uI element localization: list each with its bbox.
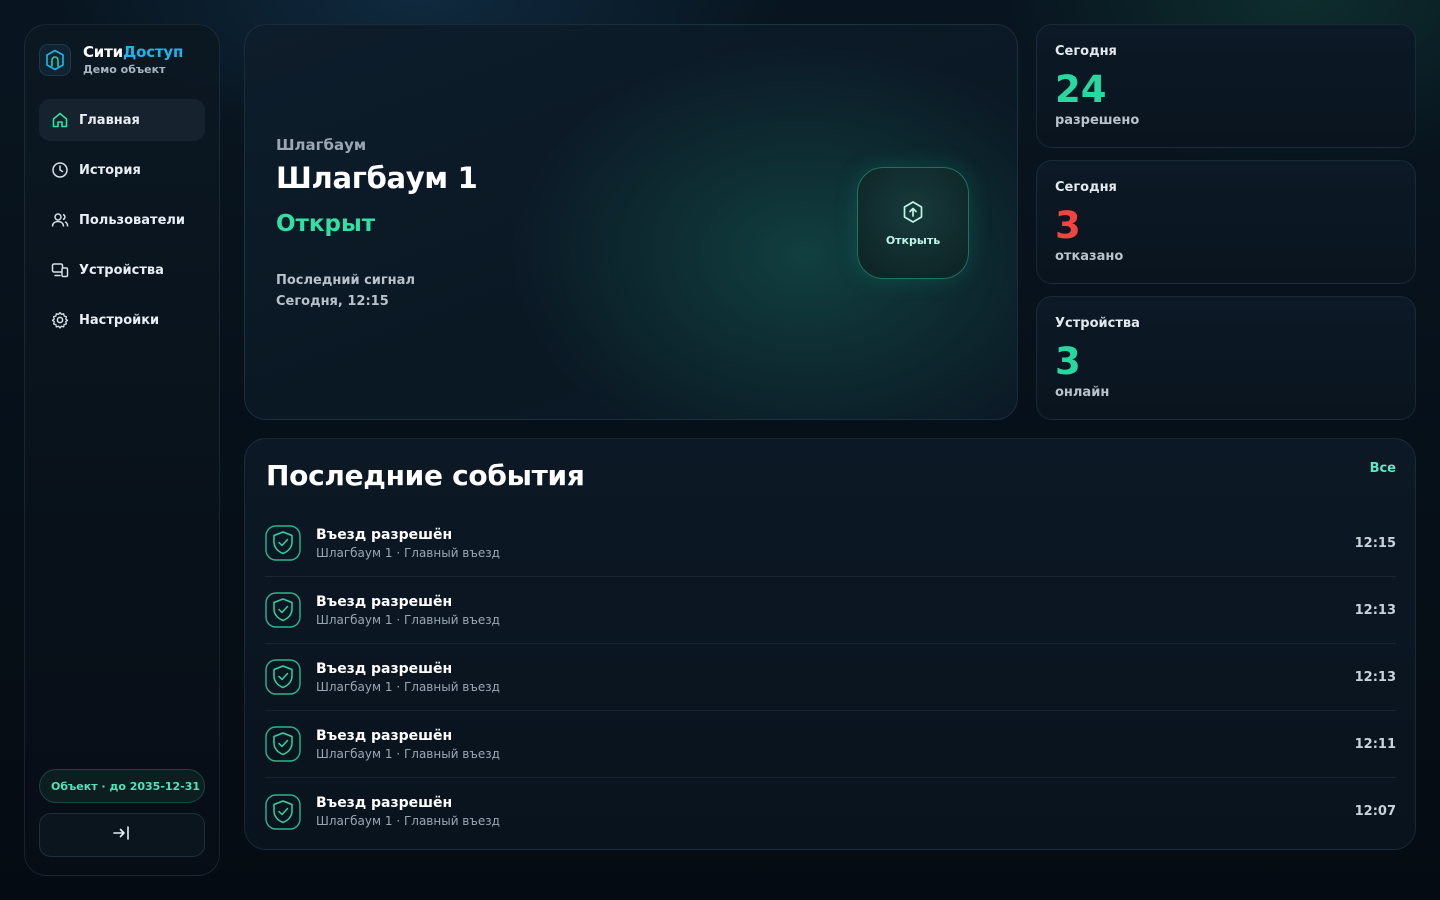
logout-button[interactable]	[39, 813, 205, 857]
brand-subtitle: Демо объект	[83, 63, 166, 76]
barrier-kicker: Шлагбаум	[276, 136, 367, 154]
shield-check-icon	[265, 659, 301, 695]
event-time: 12:07	[1354, 804, 1396, 819]
sidebar-item-devices[interactable]: Устройства	[39, 249, 205, 291]
stat-card-allowed: Сегодня 24 разрешено	[1036, 24, 1416, 148]
stat-label: Сегодня	[1055, 44, 1117, 59]
barrier-status: Открыт	[276, 211, 376, 237]
stat-value: 24	[1055, 68, 1107, 111]
sidebar-item-home[interactable]: Главная	[39, 99, 205, 141]
users-icon	[51, 211, 69, 229]
sidebar-item-label: Устройства	[79, 262, 164, 278]
sidebar-item-users[interactable]: Пользователи	[39, 199, 205, 241]
view-all-link[interactable]: Все	[1370, 461, 1396, 476]
sidebar-item-label: Главная	[79, 112, 140, 128]
last-signal-value: Сегодня, 12:15	[276, 294, 389, 309]
event-title: Въезд разрешён	[316, 593, 453, 610]
devices-icon	[51, 261, 69, 279]
event-row[interactable]: Въезд разрешён Шлагбаум 1 · Главный въез…	[265, 510, 1396, 577]
event-location: Шлагбаум 1 · Главный въезд	[316, 814, 500, 828]
event-time: 12:15	[1354, 535, 1396, 551]
stat-value: 3	[1055, 340, 1081, 383]
gear-icon	[51, 311, 69, 329]
open-arrow-icon	[902, 200, 924, 228]
sidebar-item-label: Настройки	[79, 312, 160, 328]
recent-events-card: Последние события Все Въезд разрешён Шла…	[244, 438, 1416, 850]
event-row[interactable]: Въезд разрешён Шлагбаум 1 · Главный въез…	[265, 711, 1396, 778]
open-button-label: Открыть	[885, 233, 941, 247]
stat-sub: разрешено	[1055, 113, 1140, 128]
event-location: Шлагбаум 1 · Главный въезд	[316, 545, 500, 560]
sidebar-item-settings[interactable]: Настройки	[39, 299, 205, 341]
shield-check-icon	[265, 726, 301, 762]
barrier-title: Шлагбаум 1	[276, 161, 478, 195]
event-title: Въезд разрешён	[316, 660, 453, 677]
stat-card-devices: Устройства 3 онлайн	[1036, 296, 1416, 420]
brand: СитиДоступ Демо объект	[39, 43, 183, 76]
barrier-card: Шлагбаум Шлагбаум 1 Открыт Последний сиг…	[244, 24, 1018, 420]
shield-check-icon	[265, 793, 301, 830]
events-title: Последние события	[266, 459, 585, 492]
stat-label: Устройства	[1055, 316, 1140, 331]
stat-sub: отказано	[1055, 249, 1124, 264]
home-icon	[51, 111, 69, 129]
brand-name: СитиДоступ	[83, 43, 184, 61]
event-row[interactable]: Въезд разрешён Шлагбаум 1 · Главный въез…	[265, 778, 1396, 845]
sidebar-item-label: История	[79, 162, 141, 178]
stat-card-denied: Сегодня 3 отказано	[1036, 160, 1416, 284]
stat-label: Сегодня	[1055, 180, 1117, 195]
event-row[interactable]: Въезд разрешён Шлагбаум 1 · Главный въез…	[265, 644, 1396, 711]
event-list: Въезд разрешён Шлагбаум 1 · Главный въез…	[265, 510, 1396, 845]
event-row[interactable]: Въезд разрешён Шлагбаум 1 · Главный въез…	[265, 577, 1396, 644]
event-location: Шлагбаум 1 · Главный въезд	[316, 746, 500, 761]
last-signal-label: Последний сигнал	[276, 273, 415, 288]
stat-sub: онлайн	[1055, 385, 1110, 400]
stat-value: 3	[1055, 204, 1081, 247]
event-location: Шлагбаум 1 · Главный въезд	[316, 612, 500, 627]
license-badge: Объект · до 2035-12-31	[39, 769, 205, 803]
sidebar-nav: Главная История Пользователи Устройства …	[39, 99, 205, 349]
event-location: Шлагбаум 1 · Главный въезд	[316, 679, 500, 694]
sidebar-item-history[interactable]: История	[39, 149, 205, 191]
shield-check-icon	[265, 525, 301, 561]
sidebar-item-label: Пользователи	[79, 212, 186, 228]
event-title: Въезд разрешён	[316, 727, 453, 744]
event-time: 12:11	[1354, 736, 1396, 752]
event-title: Въезд разрешён	[316, 795, 453, 811]
event-time: 12:13	[1354, 669, 1396, 685]
event-time: 12:13	[1354, 602, 1396, 618]
clock-icon	[51, 161, 69, 179]
event-title: Въезд разрешён	[316, 526, 453, 543]
shield-check-icon	[265, 592, 301, 628]
brand-logo-icon	[39, 43, 71, 76]
open-barrier-button[interactable]: Открыть	[857, 167, 969, 279]
logout-icon	[112, 825, 132, 845]
sidebar: СитиДоступ Демо объект Главная История П…	[24, 24, 220, 876]
